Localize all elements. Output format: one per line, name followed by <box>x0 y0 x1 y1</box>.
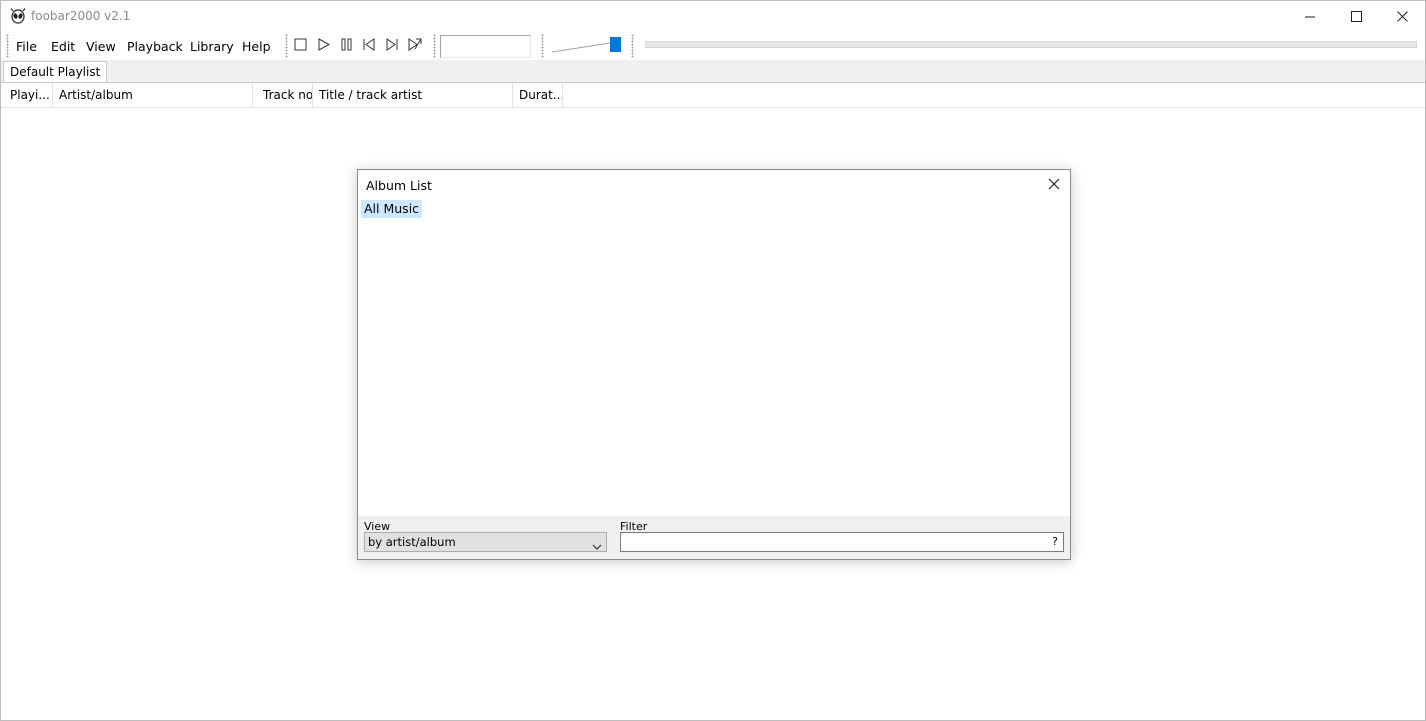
next-icon <box>385 38 399 54</box>
minimize-icon <box>1305 12 1315 22</box>
seek-bar[interactable] <box>645 41 1417 48</box>
progress-grip[interactable] <box>631 34 634 58</box>
column-playing[interactable]: Playi... <box>1 83 53 107</box>
tab-default-playlist[interactable]: Default Playlist <box>3 61 108 82</box>
maximize-icon <box>1350 11 1362 22</box>
stop-icon <box>294 38 307 54</box>
next-button[interactable] <box>384 38 400 54</box>
volume-grip[interactable] <box>541 34 544 58</box>
menu-edit[interactable]: Edit <box>51 39 75 54</box>
previous-button[interactable] <box>361 38 377 54</box>
album-list-dialog: Album List All Music View by artist/albu… <box>357 169 1071 560</box>
volume-slider-thumb[interactable] <box>610 37 621 52</box>
menu-view[interactable]: View <box>86 39 116 54</box>
play-icon <box>317 38 330 54</box>
pause-button[interactable] <box>338 38 354 54</box>
stop-button[interactable] <box>292 38 308 54</box>
menubar-grip[interactable] <box>6 34 9 58</box>
view-dropdown[interactable]: by artist/album <box>364 532 607 552</box>
column-track-no[interactable]: Track no <box>253 83 313 107</box>
minimize-button[interactable] <box>1287 1 1333 32</box>
foobar-alien-icon <box>10 8 26 24</box>
window-title: foobar2000 v2.1 <box>31 9 131 23</box>
close-icon <box>1048 178 1060 193</box>
menu-file[interactable]: File <box>16 39 37 54</box>
seek-display <box>440 35 531 58</box>
random-button[interactable] <box>407 38 423 54</box>
menu-playback[interactable]: Playback <box>127 39 183 54</box>
view-selected-value: by artist/album <box>368 535 456 549</box>
column-duration[interactable]: Durat... <box>513 83 563 107</box>
playlist-tabs: Default Playlist <box>1 60 1425 83</box>
column-title[interactable]: Title / track artist <box>313 83 513 107</box>
volume-slider-track[interactable] <box>552 35 614 55</box>
chevron-down-icon <box>592 538 602 556</box>
dialog-title: Album List <box>366 178 432 193</box>
playlist-column-header: Playi... Artist/album Track no Title / t… <box>1 83 1425 108</box>
filter-input[interactable]: ? <box>620 532 1064 552</box>
seekbox-grip[interactable] <box>433 34 436 58</box>
filter-help-button[interactable]: ? <box>1052 535 1058 548</box>
dialog-close-button[interactable] <box>1042 174 1066 196</box>
toolbar-grip[interactable] <box>285 34 288 58</box>
menu-library[interactable]: Library <box>190 39 234 54</box>
pause-icon <box>340 38 353 54</box>
dialog-controls: View by artist/album Filter ? <box>358 516 1070 559</box>
close-icon <box>1396 11 1408 22</box>
foobar-window: foobar2000 v2.1 File Edit View Playback … <box>0 0 1426 721</box>
menu-help[interactable]: Help <box>242 39 271 54</box>
play-button[interactable] <box>315 38 331 54</box>
random-icon <box>407 37 423 55</box>
column-artist-album[interactable]: Artist/album <box>53 83 253 107</box>
maximize-button[interactable] <box>1333 1 1379 32</box>
title-bar: foobar2000 v2.1 <box>1 1 1425 32</box>
previous-icon <box>362 38 376 54</box>
tree-item-all-music[interactable]: All Music <box>361 200 423 218</box>
close-window-button[interactable] <box>1379 1 1425 32</box>
